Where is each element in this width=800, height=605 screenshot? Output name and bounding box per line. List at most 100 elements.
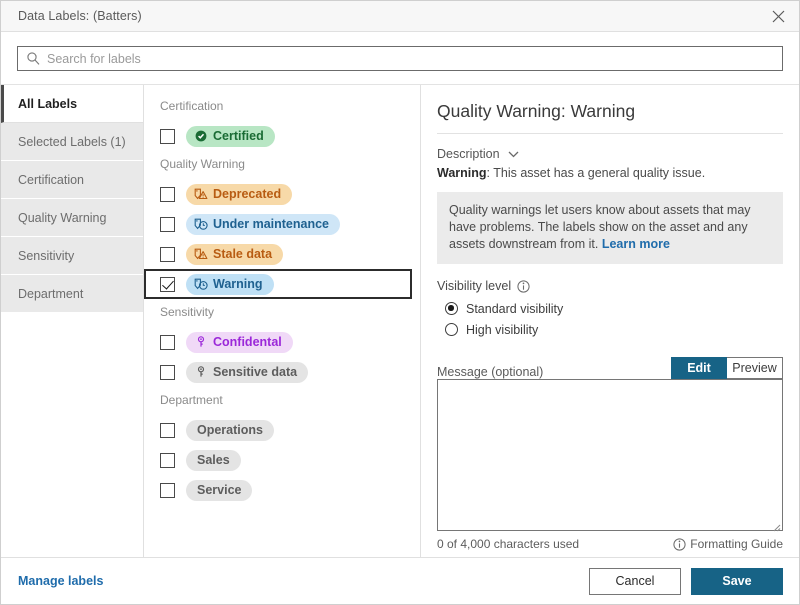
label-row[interactable]: Operations: [144, 415, 420, 445]
description-body: : This asset has a general quality issue…: [486, 166, 706, 180]
label-row[interactable]: Sales: [144, 445, 420, 475]
visibility-option-high-visibility[interactable]: High visibility: [437, 320, 783, 339]
formatting-guide-link[interactable]: Formatting Guide: [673, 537, 783, 551]
detail-divider: [437, 133, 783, 134]
label-pill-text: Stale data: [213, 247, 273, 261]
dialog-footer: Manage labels Cancel Save: [1, 557, 799, 604]
label-pill-text: Service: [197, 483, 242, 497]
label-pill-text: Deprecated: [213, 187, 282, 201]
manage-labels-link[interactable]: Manage labels: [18, 574, 103, 588]
sidebar-item-label: Quality Warning: [18, 210, 107, 225]
label-checkbox[interactable]: [160, 422, 175, 438]
radio-button[interactable]: [445, 323, 458, 336]
label-pill-text: Certified: [213, 129, 264, 143]
tag-warning-icon: [194, 187, 208, 201]
label-checkbox[interactable]: [160, 276, 175, 292]
sidebar-filler: [1, 313, 143, 557]
sidebar-item-sensitivity[interactable]: Sensitivity: [1, 237, 143, 275]
label-pill-text: Sensitive data: [213, 365, 298, 379]
radio-button[interactable]: [445, 302, 458, 315]
data-labels-dialog: Data Labels: (Batters) Search for labels…: [0, 0, 800, 605]
label-checkbox[interactable]: [160, 334, 175, 350]
label-row[interactable]: Certified: [144, 121, 420, 151]
description-term: Warning: [437, 166, 487, 180]
label-pill: Confidental: [186, 331, 293, 353]
label-checkbox[interactable]: [160, 452, 175, 468]
message-mode-tabs: Edit Preview: [671, 357, 783, 379]
tag-warning-icon: [194, 247, 208, 261]
label-row[interactable]: Warning: [144, 269, 412, 299]
label-checkbox[interactable]: [160, 128, 175, 144]
label-row[interactable]: Service: [144, 475, 420, 505]
label-row[interactable]: Under maintenance: [144, 209, 420, 239]
info-icon: [673, 537, 686, 551]
description-text: Warning: This asset has a general qualit…: [437, 166, 783, 180]
certified-badge-icon: [194, 129, 208, 143]
sidebar-item-quality-warning[interactable]: Quality Warning: [1, 199, 143, 237]
sidebar-item-all-labels[interactable]: All Labels: [1, 85, 143, 123]
label-row[interactable]: Deprecated: [144, 179, 420, 209]
sidebar-item-selected-labels-1[interactable]: Selected Labels (1): [1, 123, 143, 161]
key-icon: [194, 365, 208, 379]
description-toggle[interactable]: Description: [437, 147, 783, 161]
sidebar-item-department[interactable]: Department: [1, 275, 143, 313]
dialog-titlebar: Data Labels: (Batters): [1, 1, 799, 32]
label-pill-text: Warning: [213, 277, 263, 291]
search-icon: [26, 51, 41, 66]
message-tab-edit[interactable]: Edit: [671, 357, 727, 379]
tag-clock-icon: [194, 217, 208, 231]
visibility-option-label: High visibility: [466, 322, 539, 337]
description-label: Description: [437, 147, 500, 161]
sidebar-item-label: Department: [18, 286, 84, 301]
visibility-option-standard-visibility[interactable]: Standard visibility: [437, 299, 783, 318]
sidebar-item-label: Sensitivity: [18, 248, 75, 263]
message-tab-preview[interactable]: Preview: [727, 357, 783, 379]
label-checkbox[interactable]: [160, 216, 175, 232]
search-input[interactable]: Search for labels: [17, 46, 783, 71]
visibility-level-label: Visibility level: [437, 279, 512, 293]
label-group-title: Department: [160, 393, 223, 407]
character-count: 0 of 4,000 characters used: [437, 537, 580, 551]
resize-handle-icon[interactable]: [771, 519, 781, 532]
label-checkbox[interactable]: [160, 186, 175, 202]
close-icon[interactable]: [763, 2, 793, 30]
detail-title: Quality Warning: Warning: [437, 101, 636, 121]
key-icon: [194, 335, 208, 349]
label-row[interactable]: Confidental: [144, 327, 420, 357]
label-pill: Operations: [186, 419, 274, 441]
label-group-title: Sensitivity: [160, 305, 215, 319]
label-checkbox[interactable]: [160, 364, 175, 380]
search-section: Search for labels: [1, 32, 799, 84]
label-pill: Service: [186, 479, 253, 501]
label-pill-text: Under maintenance: [213, 217, 330, 231]
label-pill: Deprecated: [186, 183, 293, 205]
sidebar: All Labels Selected Labels (1) Certificati…: [1, 85, 144, 557]
message-textarea[interactable]: [437, 379, 783, 532]
save-button[interactable]: Save: [691, 567, 783, 595]
formatting-guide-label: Formatting Guide: [690, 537, 783, 551]
chevron-down-icon: [508, 151, 519, 158]
info-icon[interactable]: [517, 279, 530, 293]
detail-panel: Quality Warning: Warning Description War…: [421, 85, 799, 557]
cancel-button[interactable]: Cancel: [589, 567, 681, 595]
label-row[interactable]: Stale data: [144, 239, 420, 269]
message-header: Message (optional) Edit Preview: [437, 357, 783, 379]
label-pill-text: Operations: [197, 423, 263, 437]
label-checkbox[interactable]: [160, 482, 175, 498]
label-list: Certification Certified Quality Warning Dep…: [144, 85, 421, 557]
label-pill: Sales: [186, 449, 241, 471]
label-pill: Under maintenance: [186, 213, 341, 235]
label-pill: Certified: [186, 125, 275, 147]
label-checkbox[interactable]: [160, 246, 175, 262]
tag-clock-icon: [194, 277, 208, 291]
dialog-title: Data Labels: (Batters): [18, 9, 142, 23]
visibility-option-label: Standard visibility: [466, 301, 564, 316]
label-row[interactable]: Sensitive data: [144, 357, 420, 387]
search-placeholder: Search for labels: [47, 51, 141, 66]
label-pill-text: Confidental: [213, 335, 282, 349]
message-label: Message (optional): [437, 365, 544, 379]
learn-more-link[interactable]: Learn more: [602, 237, 670, 251]
sidebar-item-label: Certification: [18, 172, 84, 187]
sidebar-item-certification[interactable]: Certification: [1, 161, 143, 199]
info-callout: Quality warnings let users know about as…: [437, 192, 783, 264]
